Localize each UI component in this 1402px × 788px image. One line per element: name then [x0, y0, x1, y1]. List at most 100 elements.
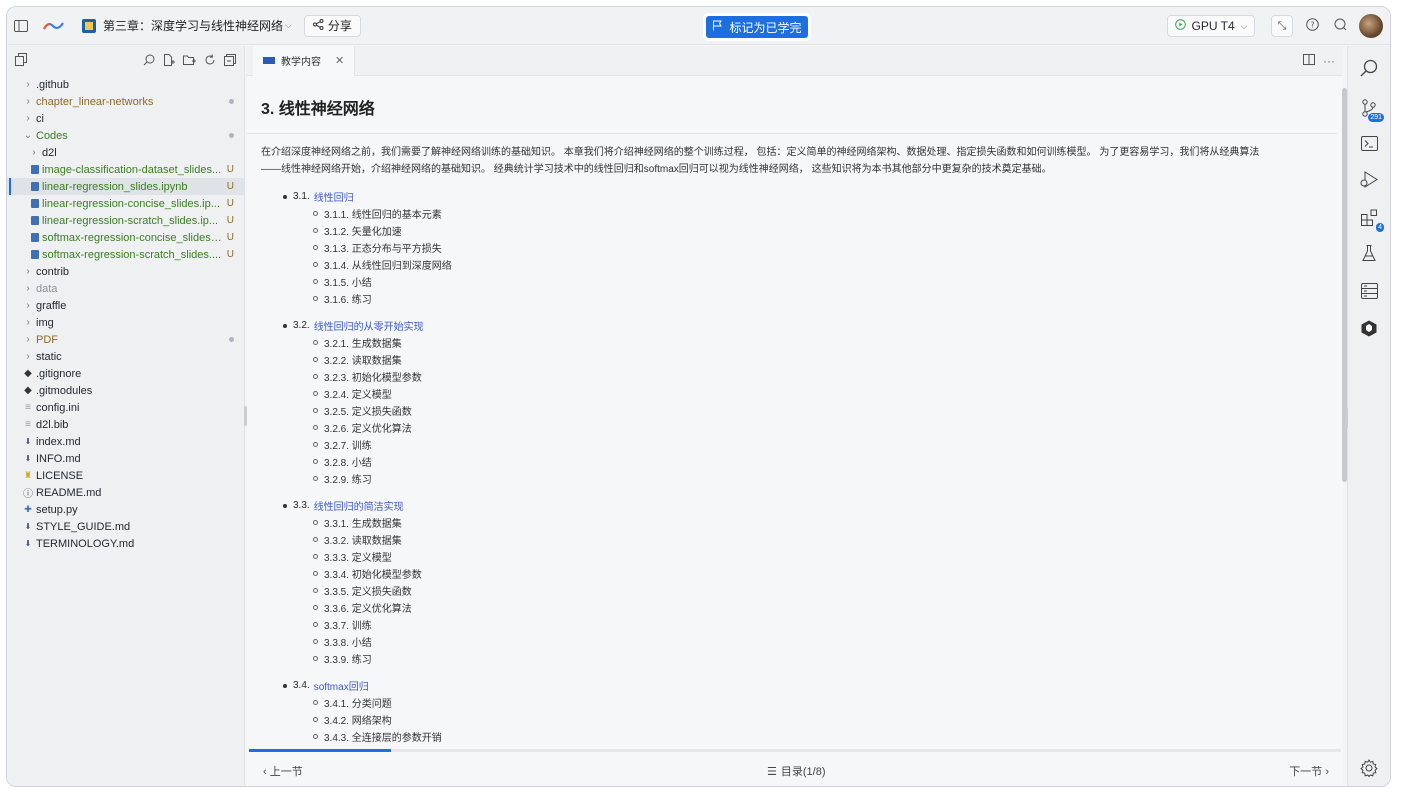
copy-icon[interactable] — [15, 53, 28, 69]
tree-item[interactable]: › ci — [7, 110, 244, 127]
split-editor-icon[interactable] — [1303, 53, 1315, 68]
tree-item-label: .gitmodules — [36, 384, 93, 397]
section-link[interactable]: 线性回归的从零开始实现 — [314, 318, 424, 333]
tree-item[interactable]: ⓘ README.md — [7, 484, 244, 501]
rightbar-resize-handle[interactable] — [1345, 408, 1348, 428]
tree-item[interactable]: › contrib — [7, 263, 244, 280]
refresh-icon[interactable] — [204, 53, 216, 69]
toc-subsection[interactable]: 3.2.1. 生成数据集 — [313, 334, 1337, 351]
tree-item[interactable]: › PDF — [7, 331, 244, 348]
tree-item[interactable]: ⬇ INFO.md — [7, 450, 244, 467]
more-icon[interactable]: ··· — [1323, 54, 1335, 68]
toc-subsection[interactable]: 3.3.1. 生成数据集 — [313, 514, 1337, 531]
tree-item[interactable]: linear-regression_slides.ipynb U — [7, 178, 244, 195]
tree-item[interactable]: softmax-regression-scratch_slides.... U — [7, 246, 244, 263]
toc-subsection[interactable]: 3.1.2. 矢量化加速 — [313, 222, 1337, 239]
search-icon[interactable] — [143, 54, 155, 69]
toc-subsection[interactable]: 3.2.6. 定义优化算法 — [313, 419, 1337, 436]
toc-subsection[interactable]: 3.3.2. 读取数据集 — [313, 531, 1337, 548]
testing-button[interactable] — [1358, 244, 1380, 266]
tree-item[interactable]: › .github — [7, 76, 244, 93]
section-link[interactable]: 线性回归 — [314, 189, 354, 204]
tree-item[interactable]: ≡ d2l.bib — [7, 416, 244, 433]
next-section-button[interactable]: 下一节 › — [1289, 763, 1329, 779]
collapse-button[interactable]: ⤡ — [1271, 15, 1293, 37]
toc-subsection[interactable]: 3.1.4. 从线性回归到深度网络 — [313, 256, 1337, 273]
gpu-selector[interactable]: GPU T4 ⌵ — [1167, 15, 1255, 37]
mark-complete-button[interactable]: 标记为已学完 — [703, 13, 811, 41]
tree-item[interactable]: ⬇ STYLE_GUIDE.md — [7, 518, 244, 535]
ai-assistant-button[interactable] — [1358, 319, 1380, 341]
tree-item-label: TERMINOLOGY.md — [36, 537, 135, 550]
toc-subsection[interactable]: 3.3.8. 小结 — [313, 633, 1337, 650]
toc-subsection[interactable]: 3.4.2. 网络架构 — [313, 711, 1337, 728]
tree-item-label: data — [36, 282, 58, 295]
toc-subsection[interactable]: 3.2.5. 定义损失函数 — [313, 402, 1337, 419]
source-control-button[interactable]: 291 — [1358, 98, 1384, 122]
chapter-title[interactable]: 第三章：深度学习与线性神经网络 — [103, 17, 283, 34]
tree-item[interactable]: image-classification-dataset_slides... U — [7, 161, 244, 178]
toc-label: 目录(1/8) — [780, 766, 826, 778]
circle-bullet-icon — [313, 571, 318, 576]
section-link[interactable]: softmax回归 — [314, 678, 369, 693]
tree-item[interactable]: › data — [7, 280, 244, 297]
toc-subsection[interactable]: 3.3.3. 定义模型 — [313, 548, 1337, 565]
search-panel-button[interactable] — [1358, 58, 1380, 80]
tree-item[interactable]: ◆ .gitmodules — [7, 382, 244, 399]
chevron-down-icon[interactable]: ⌵ — [285, 20, 292, 31]
tree-item[interactable]: linear-regression-concise_slides.ip... U — [7, 195, 244, 212]
toc-subsection[interactable]: 3.2.3. 初始化模型参数 — [313, 368, 1337, 385]
toc-subsection[interactable]: 3.1.1. 线性回归的基本元素 — [313, 205, 1337, 222]
toc-subsection[interactable]: 3.2.2. 读取数据集 — [313, 351, 1337, 368]
run-debug-button[interactable] — [1358, 170, 1380, 192]
tree-item-label: image-classification-dataset_slides... — [42, 163, 222, 176]
new-folder-icon[interactable] — [183, 54, 196, 69]
settings-button[interactable] — [1358, 758, 1380, 780]
database-button[interactable] — [1358, 281, 1380, 303]
tree-item[interactable]: ⬇ TERMINOLOGY.md — [7, 535, 244, 552]
toc-subsection[interactable]: 3.3.9. 练习 — [313, 650, 1337, 667]
close-icon[interactable]: ✕ — [335, 54, 344, 67]
toc-subsection[interactable]: 3.1.3. 正态分布与平方损失 — [313, 239, 1337, 256]
logo-icon[interactable] — [41, 20, 67, 32]
toc-subsection[interactable]: 3.4.1. 分类问题 — [313, 694, 1337, 711]
tree-item[interactable]: ⬇ index.md — [7, 433, 244, 450]
extensions-button[interactable]: 4 — [1358, 208, 1384, 232]
collapse-all-icon[interactable] — [224, 53, 236, 69]
bullet-icon — [283, 194, 287, 199]
toc-button[interactable]: ☰ 目录(1/8) — [767, 763, 826, 779]
toc-subsection[interactable]: 3.3.7. 训练 — [313, 616, 1337, 633]
tree-item[interactable]: › chapter_linear-networks — [7, 93, 244, 110]
chat-button[interactable] — [1329, 15, 1351, 37]
toc-subsection[interactable]: 3.3.5. 定义损失函数 — [313, 582, 1337, 599]
avatar[interactable] — [1359, 14, 1383, 38]
toc-subsection[interactable]: 3.2.9. 练习 — [313, 470, 1337, 487]
toc-subsection[interactable]: 3.4.3. 全连接层的参数开销 — [313, 728, 1337, 745]
tree-item[interactable]: linear-regression-scratch_slides.ip... U — [7, 212, 244, 229]
toc-subsection[interactable]: 3.2.4. 定义模型 — [313, 385, 1337, 402]
share-button[interactable]: 分享 — [303, 14, 361, 37]
tree-item[interactable]: › img — [7, 314, 244, 331]
tab-teaching-content[interactable]: 教学内容 ✕ — [253, 45, 356, 76]
tree-item[interactable]: softmax-regression-concise_slides.... U — [7, 229, 244, 246]
tree-item[interactable]: ♜ LICENSE — [7, 467, 244, 484]
terminal-button[interactable] — [1358, 134, 1380, 156]
tree-item[interactable]: ✚ setup.py — [7, 501, 244, 518]
new-file-icon[interactable] — [163, 53, 175, 69]
toc-subsection[interactable]: 3.3.6. 定义优化算法 — [313, 599, 1337, 616]
tree-item[interactable]: › graffle — [7, 297, 244, 314]
tree-item[interactable]: ≡ config.ini — [7, 399, 244, 416]
toc-subsection[interactable]: 3.1.5. 小结 — [313, 273, 1337, 290]
section-link[interactable]: 线性回归的简洁实现 — [314, 498, 404, 513]
toc-subsection[interactable]: 3.2.7. 训练 — [313, 436, 1337, 453]
tree-item[interactable]: ◆ .gitignore — [7, 365, 244, 382]
help-button[interactable]: ? — [1301, 15, 1323, 37]
tree-item[interactable]: › d2l — [7, 144, 244, 161]
toc-subsection[interactable]: 3.2.8. 小结 — [313, 453, 1337, 470]
tree-item[interactable]: › static — [7, 348, 244, 365]
toc-subsection[interactable]: 3.3.4. 初始化模型参数 — [313, 565, 1337, 582]
prev-section-button[interactable]: ‹ 上一节 — [263, 763, 303, 779]
sidebar-toggle-icon[interactable] — [13, 18, 29, 34]
tree-item[interactable]: ⌄ Codes — [7, 127, 244, 144]
toc-subsection[interactable]: 3.1.6. 练习 — [313, 290, 1337, 307]
